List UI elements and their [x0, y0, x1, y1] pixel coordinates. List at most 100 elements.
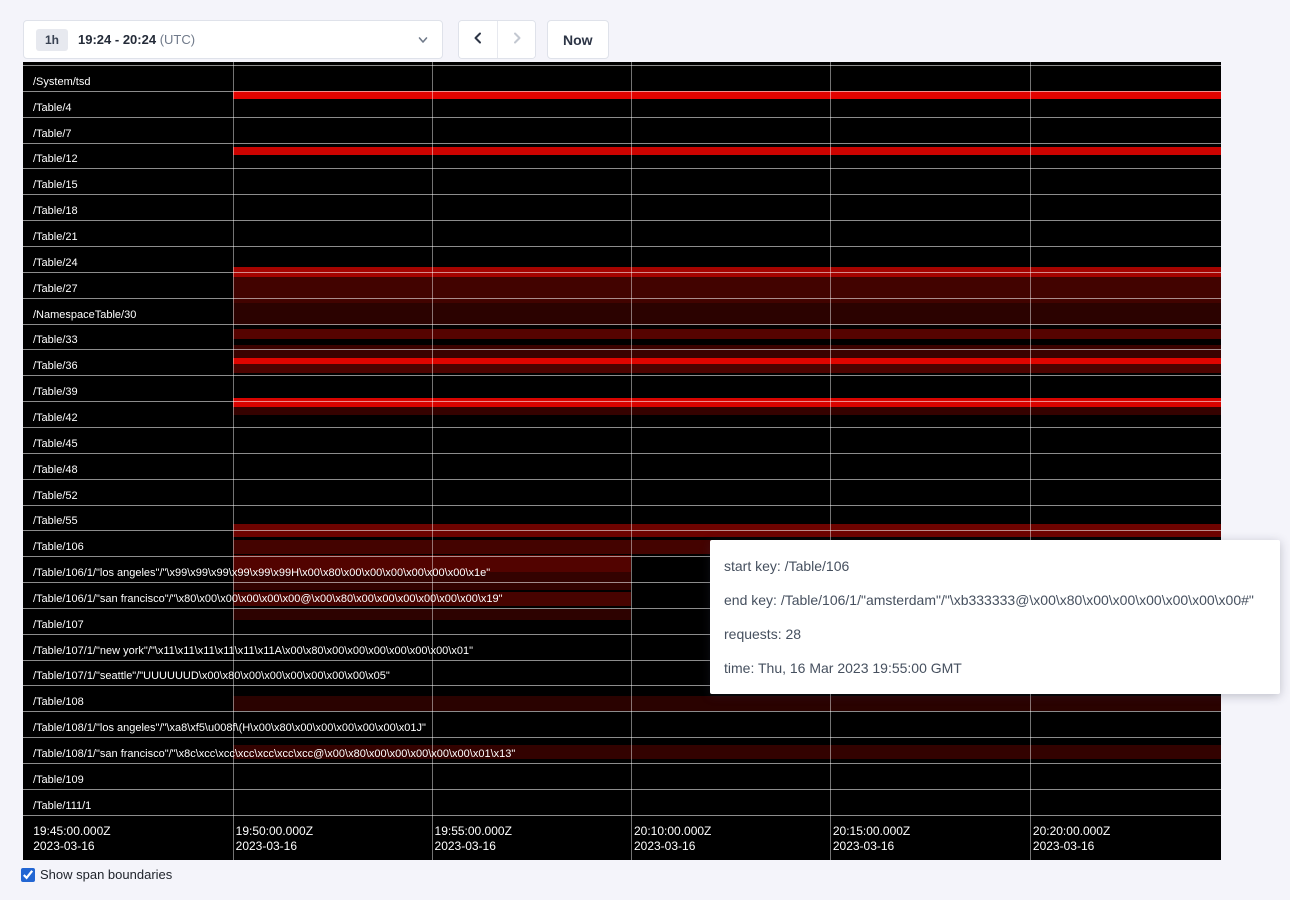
span-boundary-line [23, 91, 1221, 92]
span-boundary-line [23, 453, 1221, 454]
span-boundary-line [23, 168, 1221, 169]
span-key-label: /Table/107/1/"seattle"/"UUUUUUD\x00\x80\… [33, 669, 390, 683]
tooltip-requests: requests: 28 [724, 617, 1266, 651]
span-boundary-line [23, 117, 1221, 118]
span-key-label: /Table/45 [33, 437, 78, 451]
span-boundary-line [23, 505, 1221, 506]
x-axis-tick-date: 2023-03-16 [833, 839, 910, 854]
time-gridline [830, 62, 831, 860]
span-boundary-line [23, 65, 1221, 66]
key-visualizer-canvas[interactable]: /System/tsd/Table/4/Table/7/Table/12/Tab… [23, 62, 1221, 860]
span-key-label: /Table/48 [33, 463, 78, 477]
toolbar: 1h 19:24 - 20:24 (UTC) Now [23, 20, 609, 59]
span-key-label: /Table/24 [33, 256, 78, 270]
heat-band [233, 696, 1221, 711]
time-gridline [432, 62, 433, 860]
span-boundary-line [23, 375, 1221, 376]
span-key-label: /Table/33 [33, 333, 78, 347]
heat-band [233, 303, 1221, 325]
span-boundary-line [23, 349, 1221, 350]
heat-band [233, 407, 1221, 415]
heat-band [233, 364, 1221, 373]
span-boundary-line [23, 815, 1221, 816]
time-range-label: 19:24 - 20:24 (UTC) [78, 32, 195, 47]
x-axis-tick: 19:50:00.000Z2023-03-16 [233, 824, 313, 854]
show-span-boundaries-label: Show span boundaries [40, 867, 172, 882]
span-key-label: /Table/7 [33, 127, 72, 141]
span-key-label: /Table/4 [33, 101, 72, 115]
span-key-label: /Table/108/1/"san francisco"/"\x8c\xcc\x… [33, 747, 515, 761]
span-key-label: /Table/109 [33, 773, 84, 787]
span-key-label: /System/tsd [33, 75, 90, 89]
chevron-right-icon [509, 30, 525, 49]
tooltip-end-key: end key: /Table/106/1/"amsterdam"/"\xb33… [724, 583, 1266, 617]
now-button[interactable]: Now [547, 20, 609, 59]
span-key-label: /Table/21 [33, 230, 78, 244]
span-boundary-line [23, 324, 1221, 325]
heat-band [233, 329, 1221, 339]
heat-band [233, 345, 1221, 358]
span-key-label: /Table/107 [33, 618, 84, 632]
span-key-label: /Table/111/1 [33, 799, 91, 813]
span-key-label: /Table/106 [33, 540, 84, 554]
x-axis-tick-date: 2023-03-16 [1033, 839, 1110, 854]
span-boundary-line [23, 737, 1221, 738]
tooltip-start-key: start key: /Table/106 [724, 549, 1266, 583]
prev-time-button[interactable] [459, 21, 497, 58]
x-axis-tick: 20:15:00.000Z2023-03-16 [830, 824, 910, 854]
next-time-button[interactable] [497, 21, 535, 58]
hover-tooltip: start key: /Table/106 end key: /Table/10… [710, 540, 1280, 694]
x-axis-tick-date: 2023-03-16 [435, 839, 512, 854]
x-axis-tick: 20:20:00.000Z2023-03-16 [1030, 824, 1110, 854]
span-boundary-line [23, 763, 1221, 764]
span-key-label: /Table/108 [33, 695, 84, 709]
span-key-label: /NamespaceTable/30 [33, 308, 136, 322]
time-gridline [631, 62, 632, 860]
span-key-label: /Table/108/1/"los angeles"/"\xa8\xf5\u00… [33, 721, 426, 735]
x-axis-tick: 20:10:00.000Z2023-03-16 [631, 824, 711, 854]
span-boundary-line [23, 789, 1221, 790]
show-span-boundaries-control[interactable]: Show span boundaries [21, 867, 172, 882]
span-boundary-line [23, 427, 1221, 428]
span-key-label: /Table/15 [33, 178, 78, 192]
x-axis-tick-date: 2023-03-16 [634, 839, 711, 854]
x-axis-tick-date: 2023-03-16 [236, 839, 313, 854]
x-axis-tick-time: 19:50:00.000Z [236, 824, 313, 839]
x-axis-tick-time: 19:55:00.000Z [435, 824, 512, 839]
time-range-duration-badge: 1h [36, 29, 68, 51]
tooltip-time: time: Thu, 16 Mar 2023 19:55:00 GMT [724, 651, 1266, 685]
time-range-timezone: (UTC) [160, 32, 195, 47]
span-key-label: /Table/39 [33, 385, 78, 399]
span-key-label: /Table/107/1/"new york"/"\x11\x11\x11\x1… [33, 644, 473, 658]
span-boundary-line [23, 530, 1221, 531]
span-boundary-line [23, 194, 1221, 195]
span-boundary-line [23, 401, 1221, 402]
span-boundary-line [23, 479, 1221, 480]
x-axis-tick-time: 20:20:00.000Z [1033, 824, 1110, 839]
span-boundary-line [23, 143, 1221, 144]
x-axis-tick: 19:55:00.000Z2023-03-16 [432, 824, 512, 854]
x-axis-tick: 19:45:00.000Z2023-03-16 [30, 824, 110, 854]
chevron-down-icon [416, 33, 430, 47]
time-range-selector[interactable]: 1h 19:24 - 20:24 (UTC) [23, 20, 443, 59]
time-nav-group [458, 20, 536, 59]
show-span-boundaries-checkbox[interactable] [21, 868, 35, 882]
time-gridline [1030, 62, 1031, 860]
span-key-label: /Table/55 [33, 514, 78, 528]
span-key-label: /Table/106/1/"san francisco"/"\x80\x00\x… [33, 592, 503, 606]
time-range-value: 19:24 - 20:24 [78, 32, 156, 47]
span-boundary-line [23, 246, 1221, 247]
time-gridline [233, 62, 234, 860]
span-key-label: /Table/106/1/"los angeles"/"\x99\x99\x99… [33, 566, 490, 580]
span-boundary-line [23, 272, 1221, 273]
span-key-label: /Table/18 [33, 204, 78, 218]
span-boundary-line [23, 298, 1221, 299]
span-key-label: /Table/42 [33, 411, 78, 425]
chevron-left-icon [470, 30, 486, 49]
span-key-label: /Table/36 [33, 359, 78, 373]
x-axis-tick-time: 19:45:00.000Z [33, 824, 110, 839]
span-key-label: /Table/27 [33, 282, 78, 296]
x-axis-tick-time: 20:15:00.000Z [833, 824, 910, 839]
x-axis-tick-date: 2023-03-16 [33, 839, 110, 854]
heat-band [233, 91, 1221, 99]
